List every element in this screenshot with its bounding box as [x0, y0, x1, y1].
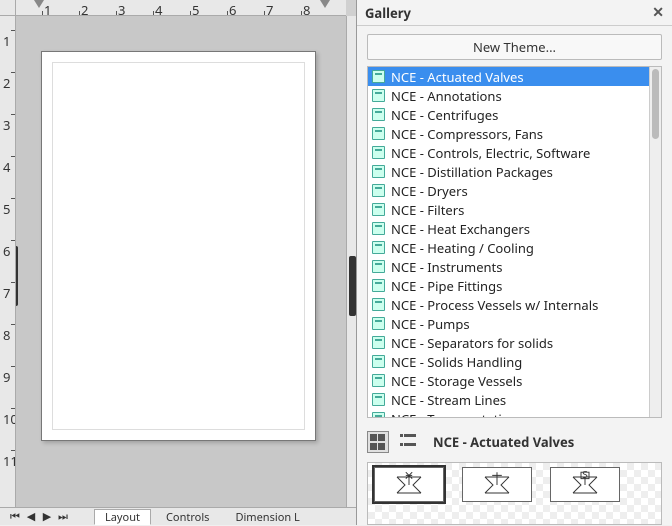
gallery-panel: Gallery ✕ New Theme... NCE - Actuated Va…: [356, 0, 672, 525]
theme-label: NCE - Separators for solids: [391, 334, 553, 352]
theme-list: NCE - Actuated ValvesNCE - AnnotationsNC…: [367, 66, 662, 418]
svg-text:S: S: [582, 471, 588, 482]
theme-label: NCE - Filters: [391, 201, 464, 219]
theme-item[interactable]: NCE - Dryers: [368, 181, 649, 200]
view-toolbar: NCE - Actuated Valves: [367, 424, 662, 460]
document-icon: [372, 165, 385, 178]
page[interactable]: [41, 51, 316, 441]
tab-last-icon[interactable]: ⏭: [56, 509, 70, 524]
theme-item[interactable]: NCE - Process Vessels w/ Internals: [368, 295, 649, 314]
document-icon: [372, 222, 385, 235]
gallery-thumbnail[interactable]: S: [550, 467, 620, 502]
theme-label: NCE - Heating / Cooling: [391, 239, 534, 257]
theme-label: NCE - Centrifuges: [391, 106, 498, 124]
gallery-thumbnail[interactable]: [462, 467, 532, 502]
theme-item[interactable]: NCE - Transportation: [368, 409, 649, 417]
theme-label: NCE - Pipe Fittings: [391, 277, 502, 295]
theme-label: NCE - Stream Lines: [391, 391, 506, 409]
document-icon: [372, 70, 385, 83]
theme-item[interactable]: NCE - Compressors, Fans: [368, 124, 649, 143]
document-icon: [372, 127, 385, 140]
theme-label: NCE - Solids Handling: [391, 353, 522, 371]
theme-item[interactable]: NCE - Annotations: [368, 86, 649, 105]
tab-next-icon[interactable]: ▶: [40, 509, 54, 524]
panel-title: Gallery: [365, 4, 411, 22]
document-icon: [372, 146, 385, 159]
document-icon: [372, 412, 385, 417]
document-icon: [372, 260, 385, 273]
theme-label: NCE - Heat Exchangers: [391, 220, 530, 238]
close-icon[interactable]: ✕: [652, 3, 664, 22]
splitter-handle[interactable]: [349, 256, 356, 316]
theme-item[interactable]: NCE - Heat Exchangers: [368, 219, 649, 238]
ruler-corner: [0, 0, 16, 16]
theme-label: NCE - Transportation: [391, 410, 518, 418]
theme-item[interactable]: NCE - Instruments: [368, 257, 649, 276]
canvas[interactable]: [16, 16, 346, 507]
detail-view-button[interactable]: [397, 431, 419, 453]
theme-label: NCE - Dryers: [391, 182, 468, 200]
document-icon: [372, 184, 385, 197]
document-icon: [372, 108, 385, 121]
document-icon: [372, 241, 385, 254]
theme-item[interactable]: NCE - Solids Handling: [368, 352, 649, 371]
sheet-tab[interactable]: Layout: [94, 509, 151, 525]
theme-item[interactable]: NCE - Pipe Fittings: [368, 276, 649, 295]
theme-item[interactable]: NCE - Centrifuges: [368, 105, 649, 124]
document-icon: [372, 203, 385, 216]
icon-view-button[interactable]: [367, 431, 389, 453]
theme-item[interactable]: NCE - Storage Vessels: [368, 371, 649, 390]
sheet-tabs: ⏮ ◀ ▶ ⏭ LayoutControlsDimension L: [0, 507, 356, 525]
theme-label: NCE - Compressors, Fans: [391, 125, 543, 143]
scrollbar-thumb[interactable]: [652, 69, 659, 139]
theme-label: NCE - Actuated Valves: [391, 68, 524, 86]
theme-item[interactable]: NCE - Pumps: [368, 314, 649, 333]
document-icon: [372, 298, 385, 311]
page-margins: [52, 62, 305, 430]
list-scrollbar[interactable]: [649, 67, 661, 417]
theme-item[interactable]: NCE - Filters: [368, 200, 649, 219]
tab-first-icon[interactable]: ⏮: [8, 509, 22, 524]
current-theme-label: NCE - Actuated Valves: [433, 433, 574, 451]
document-icon: [372, 89, 385, 102]
document-icon: [372, 393, 385, 406]
document-icon: [372, 355, 385, 368]
thumbnail-area: S: [367, 462, 662, 525]
horizontal-ruler[interactable]: 12345678: [16, 0, 346, 16]
theme-item[interactable]: NCE - Controls, Electric, Software: [368, 143, 649, 162]
document-area: 12345678 1234567891011 ⏮ ◀ ▶ ⏭ LayoutCon…: [0, 0, 356, 525]
document-icon: [372, 317, 385, 330]
vertical-ruler[interactable]: 1234567891011: [0, 16, 16, 507]
sheet-tab[interactable]: Controls: [155, 509, 220, 525]
new-theme-button[interactable]: New Theme...: [367, 34, 662, 60]
theme-label: NCE - Annotations: [391, 87, 502, 105]
theme-label: NCE - Pumps: [391, 315, 470, 333]
gallery-thumbnail[interactable]: [374, 467, 444, 502]
theme-item[interactable]: NCE - Heating / Cooling: [368, 238, 649, 257]
theme-item[interactable]: NCE - Distillation Packages: [368, 162, 649, 181]
theme-item[interactable]: NCE - Separators for solids: [368, 333, 649, 352]
theme-item[interactable]: NCE - Stream Lines: [368, 390, 649, 409]
theme-label: NCE - Distillation Packages: [391, 163, 553, 181]
theme-label: NCE - Process Vessels w/ Internals: [391, 296, 598, 314]
splitter[interactable]: [346, 16, 356, 507]
theme-label: NCE - Instruments: [391, 258, 502, 276]
left-pane-handle[interactable]: [16, 246, 18, 306]
document-icon: [372, 279, 385, 292]
sheet-tab[interactable]: Dimension L: [224, 509, 310, 525]
tab-prev-icon[interactable]: ◀: [24, 509, 38, 524]
panel-header: Gallery ✕: [357, 0, 672, 26]
theme-label: NCE - Controls, Electric, Software: [391, 144, 590, 162]
theme-label: NCE - Storage Vessels: [391, 372, 522, 390]
theme-item[interactable]: NCE - Actuated Valves: [368, 67, 649, 86]
document-icon: [372, 374, 385, 387]
document-icon: [372, 336, 385, 349]
